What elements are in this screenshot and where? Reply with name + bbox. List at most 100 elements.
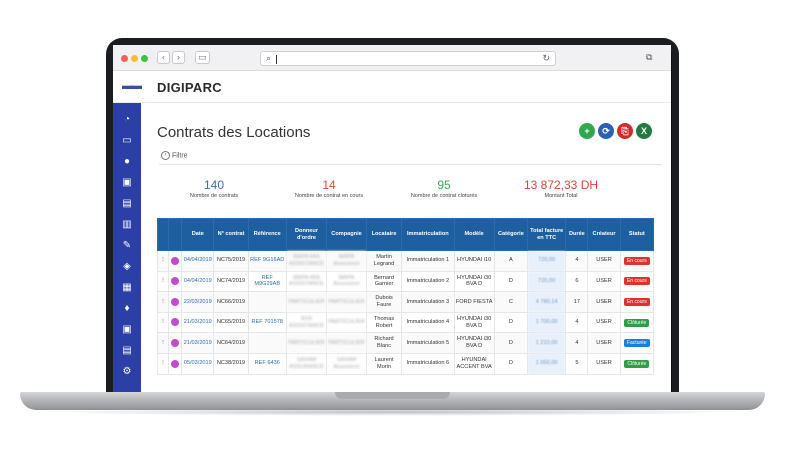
status-badge: En cours bbox=[623, 277, 650, 286]
sidebar-toggle-icon[interactable]: ▭ bbox=[195, 51, 210, 64]
column-header-reference[interactable]: Référence bbox=[247, 218, 287, 251]
add-button[interactable]: + bbox=[579, 123, 595, 139]
wrench-icon[interactable]: ✎ bbox=[120, 239, 134, 253]
cell-createur: USER bbox=[587, 250, 621, 272]
cell-reference[interactable]: REF 6436 bbox=[247, 352, 287, 375]
column-header-contract[interactable]: N° contrat bbox=[213, 218, 249, 251]
cell-reference[interactable]: REF 9G16AD bbox=[247, 250, 287, 272]
row-view-icon[interactable] bbox=[168, 291, 183, 313]
pdf-export-button[interactable]: ⎘ bbox=[617, 123, 633, 139]
cell-reference[interactable] bbox=[247, 291, 287, 313]
column-header-duree[interactable]: Durée bbox=[565, 218, 589, 251]
cell-donneur: PARTICULIER bbox=[285, 291, 328, 313]
row-menu-icon[interactable]: ⋮ bbox=[156, 291, 170, 313]
main-content: Contrats des Locations + ⟳ ⎘ X › Filtre 1… bbox=[141, 103, 671, 392]
column-header-immatriculation[interactable]: Immatriculation bbox=[401, 218, 455, 251]
column-header-modele[interactable]: Modèle bbox=[453, 218, 495, 251]
row-menu-icon[interactable]: ⋮ bbox=[156, 270, 170, 293]
cell-modele: HYUNDAI i30 BVA D bbox=[453, 332, 495, 354]
column-header-compagnie[interactable]: Compagnie bbox=[326, 218, 367, 251]
laptop-notch bbox=[335, 392, 450, 399]
maximize-dot-icon[interactable] bbox=[141, 55, 148, 62]
car-icon[interactable]: ▭ bbox=[120, 134, 134, 148]
cell-date[interactable]: 04/04/2019 bbox=[181, 270, 215, 293]
status-badge: Facturée bbox=[623, 339, 650, 348]
row-view-icon[interactable] bbox=[168, 332, 183, 354]
stat-total-amount: 13 872,33 DH Montant Total bbox=[506, 178, 616, 199]
stat-label: Nombre de contrats bbox=[189, 193, 239, 199]
row-view-icon[interactable] bbox=[168, 270, 183, 293]
table-row[interactable]: ⋮ 22/03/2019 NC66/2019 PARTICULIER PARTICULI… bbox=[156, 291, 655, 313]
layers-icon[interactable]: ◈ bbox=[120, 260, 134, 274]
row-menu-icon[interactable]: ⋮ bbox=[156, 352, 170, 375]
document-icon[interactable]: ▤ bbox=[120, 197, 134, 211]
refresh-button[interactable]: ⟳ bbox=[598, 123, 614, 139]
table-row[interactable]: ⋮ 21/03/2019 NC65/2019 REF 701578 AXA ASSIST… bbox=[156, 311, 655, 334]
table-row[interactable]: ⋮ 21/03/2019 NC64/2019 PARTICULIER PARTICULI… bbox=[156, 332, 655, 354]
column-header-categorie[interactable]: Catégorie bbox=[493, 218, 529, 251]
column-header-total[interactable]: Total facture en TTC bbox=[527, 218, 567, 251]
row-menu-icon[interactable]: ⋮ bbox=[156, 250, 170, 272]
cell-createur: USER bbox=[587, 352, 621, 375]
cell-duree: 17 bbox=[565, 291, 589, 313]
cell-locataire: Laurent Morin bbox=[365, 352, 403, 375]
filter-label: Filtre bbox=[172, 152, 188, 160]
user-icon[interactable]: ● bbox=[120, 155, 134, 169]
close-dot-icon[interactable] bbox=[121, 55, 128, 62]
cell-reference[interactable]: REF 701578 bbox=[247, 311, 287, 334]
table-row[interactable]: ⋮ 05/03/2019 NC38/2019 REF 6436 SAHAM ASSURA… bbox=[156, 352, 655, 375]
cell-date[interactable]: 21/03/2019 bbox=[181, 332, 215, 354]
forward-button[interactable]: › bbox=[172, 51, 185, 64]
cell-contract: NC75/2019 bbox=[213, 250, 249, 272]
cell-statut: Facturée bbox=[619, 332, 655, 354]
cell-createur: USER bbox=[587, 291, 621, 313]
tabs-overview-icon[interactable]: ⧉ bbox=[646, 52, 657, 63]
cell-statut: Clôturée bbox=[619, 352, 655, 375]
text-cursor bbox=[276, 55, 277, 64]
row-view-icon[interactable] bbox=[168, 352, 183, 375]
table-row[interactable]: ⋮ 04/04/2019 NC75/2019 REF 9G16AD MAPA MIA A… bbox=[156, 250, 655, 272]
minimize-dot-icon[interactable] bbox=[131, 55, 138, 62]
building-icon[interactable]: ▦ bbox=[120, 281, 134, 295]
notes-icon[interactable]: ▤ bbox=[120, 344, 134, 358]
cell-categorie: D bbox=[493, 270, 529, 293]
bus-icon[interactable]: ▣ bbox=[120, 323, 134, 337]
gear-icon[interactable]: ⚙ bbox=[120, 365, 134, 379]
column-header-locataire[interactable]: Locataire bbox=[365, 218, 403, 251]
cell-modele: HYUNDAI i30 BVA D bbox=[453, 270, 495, 293]
row-menu-icon[interactable]: ⋮ bbox=[156, 332, 170, 354]
cell-statut: En cours bbox=[619, 291, 655, 313]
row-menu-icon[interactable]: ⋮ bbox=[156, 311, 170, 334]
column-header-date[interactable]: Date bbox=[181, 218, 215, 251]
row-view-icon[interactable] bbox=[168, 250, 183, 272]
cell-total: 1 700,00 bbox=[527, 311, 567, 334]
cell-date[interactable]: 21/03/2019 bbox=[181, 311, 215, 334]
stat-label: Nombre de contrat cloturés bbox=[410, 193, 478, 199]
vehicle-front-icon[interactable]: ▣ bbox=[120, 176, 134, 190]
column-header-statut[interactable]: Statut bbox=[619, 218, 655, 251]
cell-date[interactable]: 22/03/2019 bbox=[181, 291, 215, 313]
dashboard-icon[interactable]: ◔ bbox=[120, 113, 134, 127]
cell-total: 4 780,14 bbox=[527, 291, 567, 313]
reload-icon[interactable]: ↻ bbox=[542, 53, 550, 64]
cell-total: 720,00 bbox=[527, 270, 567, 293]
cell-duree: 4 bbox=[565, 250, 589, 272]
cell-date[interactable]: 04/04/2019 bbox=[181, 250, 215, 272]
cell-reference[interactable] bbox=[247, 332, 287, 354]
map-pin-icon[interactable]: ♦ bbox=[120, 302, 134, 316]
address-bar[interactable]: ⌕ ↻ bbox=[260, 51, 556, 66]
cell-date[interactable]: 05/03/2019 bbox=[181, 352, 215, 375]
status-badge: En cours bbox=[623, 256, 650, 265]
back-button[interactable]: ‹ bbox=[157, 51, 170, 64]
stat-value: 14 bbox=[322, 178, 336, 192]
column-header-donneur[interactable]: Donneur d'ordre bbox=[285, 218, 328, 251]
table-row[interactable]: ⋮ 04/04/2019 NC74/2019 REF M9G29AB MAPA MIA … bbox=[156, 270, 655, 293]
fuel-icon[interactable]: ▥ bbox=[120, 218, 134, 232]
excel-export-button[interactable]: X bbox=[636, 123, 652, 139]
column-header-createur[interactable]: Créateur bbox=[587, 218, 621, 251]
cell-locataire: Dubois Faure bbox=[365, 291, 403, 313]
row-view-icon[interactable] bbox=[168, 311, 183, 334]
filter-toggle[interactable]: › Filtre bbox=[161, 151, 188, 160]
status-badge: Clôturée bbox=[624, 359, 650, 368]
cell-reference[interactable]: REF M9G29AB bbox=[247, 270, 287, 293]
